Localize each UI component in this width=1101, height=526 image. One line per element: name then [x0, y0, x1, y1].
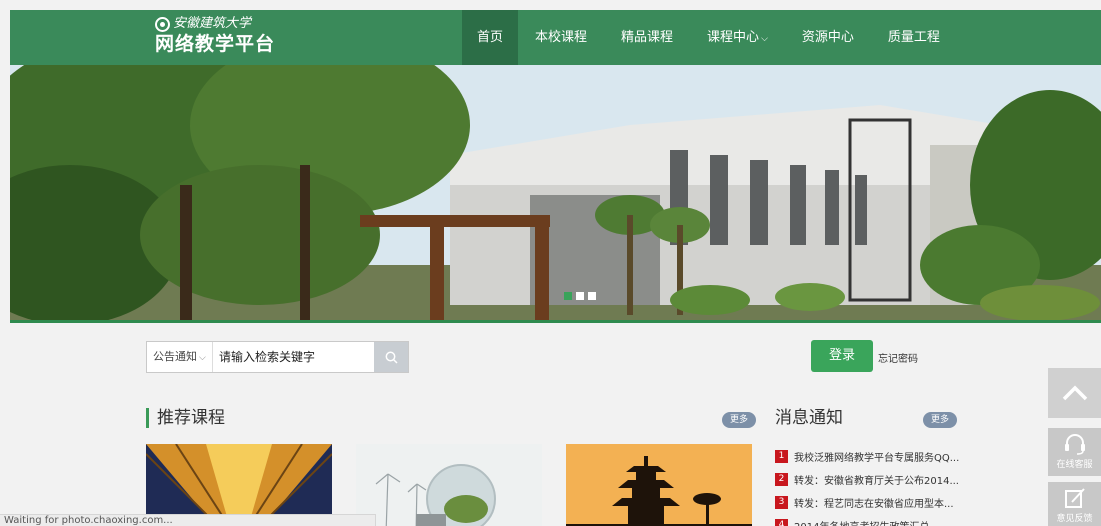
nav-resource-center-label: 资源中心	[801, 30, 854, 45]
page: 安徽建筑大学 网络教学平台 首页 本校课程 精品课程 课程中心 ⌵ 资源中心 质量…	[0, 0, 1101, 526]
news-rank-badge: 3	[775, 496, 788, 509]
nav-school-courses-label: 本校课程	[535, 30, 588, 45]
site-logo[interactable]: 安徽建筑大学 网络教学平台	[155, 16, 275, 56]
chevron-down-icon: ⌵	[199, 353, 206, 363]
banner-dot-1[interactable]	[564, 292, 572, 300]
top-header: 安徽建筑大学 网络教学平台 首页 本校课程 精品课程 课程中心 ⌵ 资源中心 质量…	[10, 10, 1101, 65]
online-service-button[interactable]: 在线客服	[1048, 428, 1101, 476]
news-rank-badge: 1	[775, 450, 788, 463]
news-item[interactable]: 2 转发：安徽省教育厅关于公布2014...	[775, 468, 985, 491]
course-card-3[interactable]	[566, 444, 752, 526]
nav-course-center-label: 课程中心	[707, 30, 760, 45]
headset-icon	[1064, 434, 1085, 455]
course-thumbnail-bulb	[356, 444, 542, 526]
banner-dot-3[interactable]	[588, 292, 596, 300]
news-section-title: 消息通知	[775, 408, 843, 428]
back-to-top-button[interactable]	[1048, 368, 1101, 418]
main-nav: 首页 本校课程 精品课程 课程中心 ⌵ 资源中心 质量工程	[462, 10, 957, 65]
nav-quality-courses-label: 精品课程	[621, 30, 674, 45]
news-item[interactable]: 1 我校泛雅网络教学平台专属服务QQ...	[775, 445, 985, 468]
recommended-courses-title: 推荐课程	[146, 408, 225, 428]
news-list: 1 我校泛雅网络教学平台专属服务QQ... 2 转发：安徽省教育厅关于公布201…	[775, 445, 985, 526]
courses-more-button[interactable]: 更多	[722, 412, 757, 428]
feedback-label: 意见反馈	[1056, 514, 1093, 524]
news-item-text: 2014年各地高考招生政策汇总	[794, 518, 929, 526]
course-thumbnail-pagoda	[566, 444, 752, 526]
online-service-label: 在线客服	[1056, 460, 1093, 470]
nav-quality-project-label: 质量工程	[887, 30, 940, 45]
banner-dot-2[interactable]	[576, 292, 584, 300]
news-item-text: 我校泛雅网络教学平台专属服务QQ...	[794, 453, 960, 464]
edit-icon	[1064, 488, 1085, 508]
nav-home[interactable]: 首页	[462, 10, 519, 65]
course-card-2[interactable]	[356, 444, 542, 526]
login-button[interactable]: 登录	[811, 340, 873, 372]
campus-building-image	[10, 65, 1101, 320]
logo-university-name: 安徽建筑大学	[173, 16, 252, 31]
search-category-select[interactable]: 公告通知 ⌵	[147, 342, 213, 372]
chevron-down-icon: ⌵	[761, 34, 768, 44]
logo-platform-name: 网络教学平台	[155, 33, 276, 55]
nav-school-courses[interactable]: 本校课程	[518, 10, 604, 65]
feedback-button[interactable]: 意见反馈	[1048, 482, 1101, 526]
search-button[interactable]	[374, 342, 408, 372]
chevron-up-icon	[1062, 385, 1087, 401]
news-more-button[interactable]: 更多	[923, 412, 958, 428]
news-item-text: 转发：安徽省教育厅关于公布2014...	[794, 476, 959, 487]
nav-course-center[interactable]: 课程中心 ⌵	[690, 10, 785, 65]
news-item-text: 转发：程艺同志在安徽省应用型本...	[794, 499, 954, 510]
nav-quality-project[interactable]: 质量工程	[871, 10, 957, 65]
search-input[interactable]	[213, 342, 374, 372]
forgot-password-link[interactable]: 忘记密码	[878, 350, 918, 365]
banner-divider	[10, 320, 1101, 323]
nav-quality-courses[interactable]: 精品课程	[604, 10, 690, 65]
nav-resource-center[interactable]: 资源中心	[785, 10, 871, 65]
search-icon	[385, 351, 398, 364]
news-rank-badge: 4	[775, 519, 788, 526]
news-item[interactable]: 4 2014年各地高考招生政策汇总	[775, 514, 985, 526]
banner-pager	[564, 292, 596, 300]
nav-home-label: 首页	[477, 30, 504, 45]
campus-banner[interactable]	[10, 65, 1101, 320]
search-category-label: 公告通知	[153, 350, 197, 363]
university-seal-icon	[155, 16, 170, 32]
news-rank-badge: 2	[775, 473, 788, 486]
news-item[interactable]: 3 转发：程艺同志在安徽省应用型本...	[775, 491, 985, 514]
search-box: 公告通知 ⌵	[146, 341, 409, 373]
browser-status-bar: Waiting for photo.chaoxing.com...	[0, 514, 376, 526]
